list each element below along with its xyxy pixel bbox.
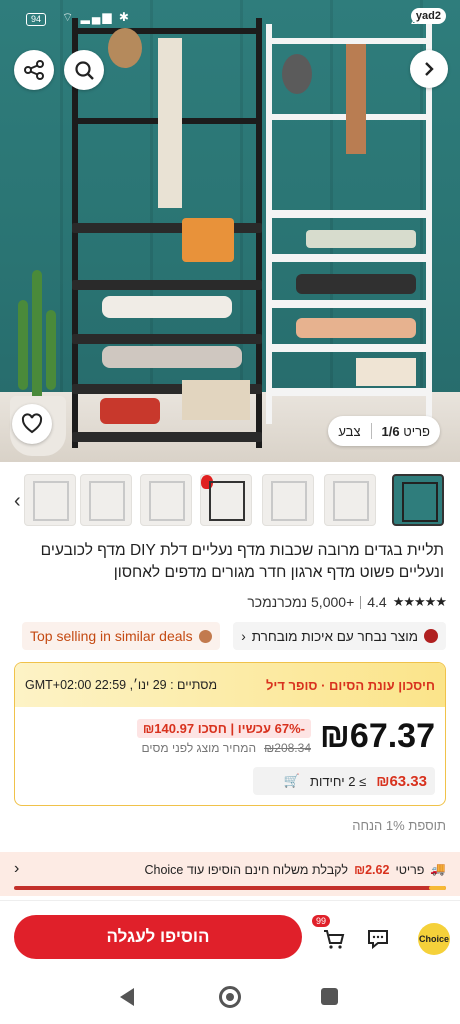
quality-chip[interactable]: מוצר נבחר עם איכות מובחרת ‹ [233, 622, 446, 650]
share-button[interactable] [14, 50, 54, 90]
product-page: 94 ⌔ ▂▄▆ ✱ 20:5 yad2 פריט 1/6 צבע ‹ [0, 0, 460, 1024]
black-rack [72, 18, 262, 448]
counter-label: פריט [403, 423, 430, 439]
shipping-prefix: פריטי [395, 862, 425, 877]
shipping-progress [14, 886, 446, 890]
back-button[interactable] [410, 50, 448, 88]
cart-count-badge: 99 [312, 915, 331, 927]
shipping-suffix: לקבלת משלוח חינם הוסיפו עוד Choice [144, 862, 349, 877]
heart-icon [21, 413, 43, 434]
quality-text: מוצר נבחר עם איכות מובחרת [251, 628, 418, 644]
white-rack [266, 24, 442, 424]
deal-ends: מסתיים : 29 ינו׳, 22:59 GMT+02:00 [25, 678, 218, 692]
discount-badge: -67% עכשיו | חסכו ₪140.97 [136, 719, 311, 738]
tax-note: המחיר מוצג לפני מסים [141, 741, 257, 755]
share-icon [24, 60, 44, 80]
product-title: תליית בגדים מרובה שכבות מדף נעליים דלת D… [40, 542, 444, 581]
cart-icon: 🛒 [283, 773, 300, 788]
free-shipping-banner[interactable]: 🚚 פריטי ₪2.62 לקבלת משלוח חינם הוסיפו עו… [0, 852, 460, 896]
nav-home-icon[interactable] [219, 986, 241, 1008]
add-to-cart-button[interactable]: הוסיפו לעגלה [14, 915, 302, 959]
search-icon [75, 61, 94, 80]
chat-icon [368, 930, 388, 950]
bulk-qty: ≥ 2 יחידות [309, 773, 367, 789]
cart-icon [324, 930, 345, 949]
choice-badge[interactable]: Choice [418, 923, 450, 955]
product-image[interactable]: 94 ⌔ ▂▄▆ ✱ 20:5 yad2 פריט 1/6 צבע [0, 0, 460, 462]
bottom-action-bar: הוסיפו לעגלה 99 Choice [0, 900, 460, 972]
original-price-row: ₪208.34 המחיר מוצג לפני מסים [141, 741, 311, 755]
search-button[interactable] [64, 50, 104, 90]
top-selling-chip[interactable]: Top selling in similar deals [22, 622, 220, 650]
status-bar: 94 ⌔ ▂▄▆ ✱ 20:5 [0, 0, 460, 34]
thumbnail[interactable] [262, 474, 314, 526]
chat-button[interactable] [364, 925, 392, 953]
deal-name: חיסכון עונת הסיום · סופר דיל [266, 677, 435, 693]
deal-box: חיסכון עונת הסיום · סופר דיל מסתיים : 29… [14, 662, 446, 806]
chevron-left-icon: ‹ [14, 860, 20, 877]
thumbnail-selected[interactable] [392, 474, 444, 526]
top-selling-text: Top selling in similar deals [30, 628, 193, 644]
rating-score: 4.4 [367, 594, 387, 610]
sold-count: +5,000 נמכרנמכר [247, 594, 355, 610]
thumbnail[interactable] [324, 474, 376, 526]
chevron-left-icon[interactable]: ‹ [14, 490, 21, 513]
system-nav-bar [0, 972, 460, 1024]
bulk-price-chip[interactable]: ₪63.33 ≥ 2 יחידות 🛒 [253, 767, 435, 795]
bulk-price: ₪63.33 [376, 772, 427, 790]
shipping-amount: ₪2.62 [354, 862, 390, 877]
color-label[interactable]: צבע [338, 424, 360, 439]
addon-discount: תוספת 1% הנחה [352, 818, 446, 833]
rating-row[interactable]: ★★★★★ 4.4 +5,000 נמכרנמכר [247, 594, 447, 610]
deal-header: חיסכון עונת הסיום · סופר דיל מסתיים : 29… [15, 663, 445, 707]
check-badge-icon [424, 629, 438, 643]
counter-value: 1/6 [381, 423, 400, 439]
thumbnail-strip: ‹ [0, 470, 460, 532]
thumbnail[interactable] [200, 474, 252, 526]
thumbnail[interactable] [24, 474, 76, 526]
thumbnail[interactable] [80, 474, 132, 526]
chevron-right-icon [425, 62, 434, 76]
badges-row: מוצר נבחר עם איכות מובחרת ‹ Top selling … [14, 622, 446, 652]
cart-button[interactable] [320, 925, 348, 953]
thumbnail[interactable] [140, 474, 192, 526]
original-price: ₪208.34 [264, 741, 311, 755]
battery-indicator: 94 [26, 13, 47, 26]
coin-icon [198, 629, 212, 643]
gallery-counter: פריט 1/6 צבע [328, 416, 440, 446]
rating-stars: ★★★★★ [392, 594, 447, 609]
nav-back-icon[interactable] [120, 988, 134, 1006]
wishlist-button[interactable] [12, 404, 52, 444]
current-price: ₪67.37 [319, 717, 435, 755]
nav-recents-icon[interactable] [321, 988, 338, 1005]
overlay-badge: yad2 [410, 8, 446, 24]
signal-icon: ⌔ ▂▄▆ ✱ [62, 10, 131, 24]
chevron-left-icon: ‹ [241, 628, 246, 644]
truck-icon: 🚚 [430, 862, 446, 876]
